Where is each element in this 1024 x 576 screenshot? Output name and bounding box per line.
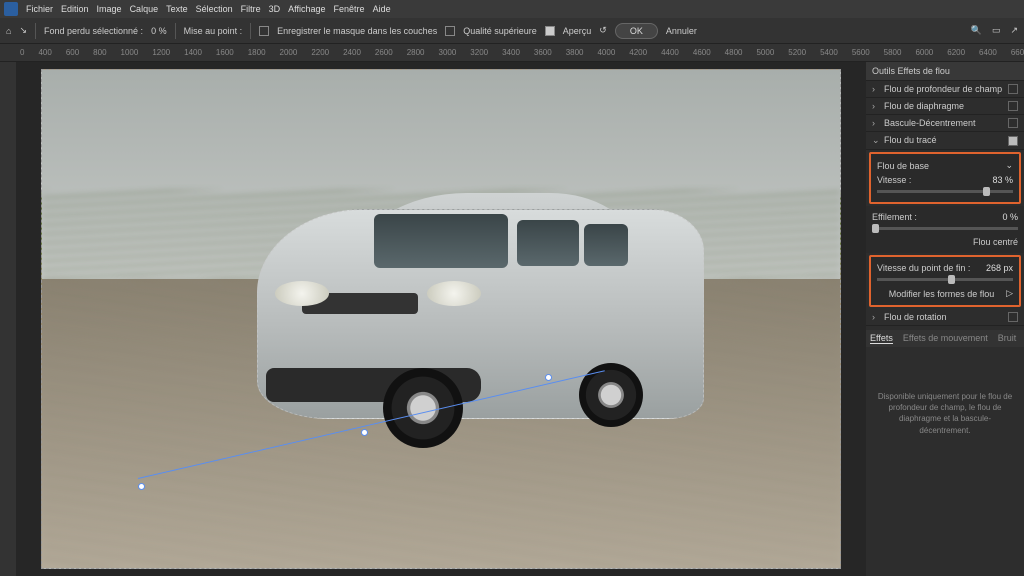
endpoint-speed-label: Vitesse du point de fin :: [877, 263, 970, 273]
menu-selection[interactable]: Sélection: [196, 4, 233, 14]
highlight-box-1: Flou de base ⌄ Vitesse : 83 %: [869, 152, 1021, 204]
section-iris-blur[interactable]: ›Flou de diaphragme: [866, 98, 1024, 115]
highlight-box-2: Vitesse du point de fin : 268 px Modifier…: [869, 255, 1021, 307]
ruler-vertical: [0, 62, 16, 576]
tool-icon[interactable]: ↘: [19, 25, 27, 36]
section-tilt-shift[interactable]: ›Bascule-Décentrement: [866, 115, 1024, 132]
save-mask-label: Enregistrer le masque dans les couches: [277, 26, 437, 36]
speed-slider[interactable]: [877, 190, 1013, 193]
menu-fenetre[interactable]: Fenêtre: [334, 4, 365, 14]
quality-label: Qualité supérieure: [463, 26, 537, 36]
panel-title: Outils Effets de flou: [866, 62, 1024, 81]
ruler-horizontal: 0400600800100012001400160018002000220024…: [0, 44, 1024, 62]
endpoint-speed-value[interactable]: 268 px: [986, 263, 1013, 273]
menu-image[interactable]: Image: [97, 4, 122, 14]
workspace-icon[interactable]: ▭: [992, 25, 1001, 36]
save-mask-checkbox[interactable]: [259, 26, 269, 36]
menu-calque[interactable]: Calque: [130, 4, 159, 14]
fond-label: Fond perdu sélectionné :: [44, 26, 143, 36]
canvas-area[interactable]: [16, 62, 866, 576]
home-icon[interactable]: ⌂: [6, 26, 11, 36]
section-depth-blur[interactable]: ›Flou de profondeur de champ: [866, 81, 1024, 98]
tab-effects[interactable]: Effets: [870, 333, 893, 344]
document-canvas[interactable]: [41, 69, 841, 569]
options-bar: ⌂ ↘ Fond perdu sélectionné : 0 % Mise au…: [0, 18, 1024, 44]
speed-value[interactable]: 83 %: [992, 175, 1013, 185]
share-icon[interactable]: ↗: [1010, 25, 1018, 36]
path-handle-mid[interactable]: [361, 429, 368, 436]
menu-aide[interactable]: Aide: [373, 4, 391, 14]
taper-value[interactable]: 0 %: [1002, 212, 1018, 222]
taper-label: Effilement :: [872, 212, 917, 222]
preview-checkbox[interactable]: [545, 26, 555, 36]
section-spin-blur[interactable]: ›Flou de rotation: [866, 309, 1024, 326]
speed-label: Vitesse :: [877, 175, 911, 185]
path-handle-end[interactable]: [545, 374, 552, 381]
menu-bar: Fichier Edition Image Calque Texte Sélec…: [0, 0, 1024, 18]
mise-label: Mise au point :: [184, 26, 243, 36]
endpoint-speed-slider[interactable]: [877, 278, 1013, 281]
car-subject: [257, 209, 704, 418]
tab-noise[interactable]: Bruit: [998, 333, 1017, 344]
search-icon[interactable]: 🔍: [971, 25, 982, 36]
base-blur-label: Flou de base: [877, 161, 929, 171]
ok-button[interactable]: OK: [615, 23, 658, 39]
centered-label: Flou centré: [973, 237, 1018, 247]
menu-filtre[interactable]: Filtre: [241, 4, 261, 14]
panel-footer-note: Disponible uniquement pour le flou de pr…: [866, 377, 1024, 450]
blur-effects-panel: Outils Effets de flou ›Flou de profondeu…: [866, 62, 1024, 576]
cursor-icon: ▷: [1006, 288, 1013, 299]
menu-edition[interactable]: Edition: [61, 4, 89, 14]
reset-icon[interactable]: ↺: [599, 25, 607, 36]
quality-checkbox[interactable]: [445, 26, 455, 36]
cancel-button[interactable]: Annuler: [666, 26, 697, 36]
taper-slider[interactable]: [872, 227, 1018, 230]
chevron-down-icon[interactable]: ⌄: [1005, 160, 1013, 171]
preview-label: Aperçu: [563, 26, 592, 36]
menu-affichage[interactable]: Affichage: [288, 4, 325, 14]
app-logo: [4, 2, 18, 16]
menu-fichier[interactable]: Fichier: [26, 4, 53, 14]
menu-texte[interactable]: Texte: [166, 4, 188, 14]
fond-value[interactable]: 0 %: [151, 26, 167, 36]
edit-shapes-label: Modifier les formes de flou: [889, 289, 995, 299]
section-path-blur[interactable]: ⌄Flou du tracé: [866, 132, 1024, 150]
menu-3d[interactable]: 3D: [269, 4, 281, 14]
panel-tabs: Effets Effets de mouvement Bruit: [866, 330, 1024, 347]
tab-motion-effects[interactable]: Effets de mouvement: [903, 333, 988, 344]
